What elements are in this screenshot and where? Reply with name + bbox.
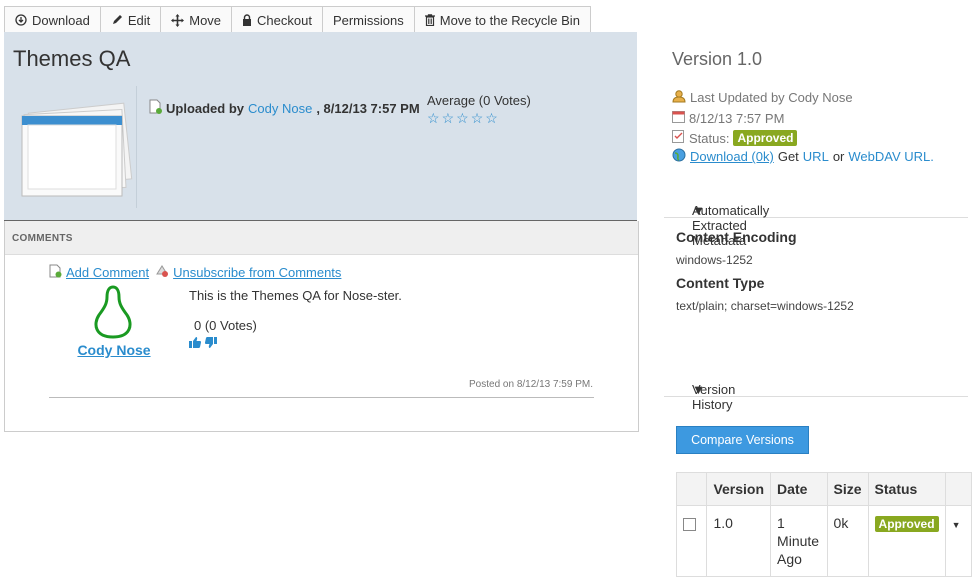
status-badge: Approved — [874, 516, 939, 532]
page-title: Themes QA — [13, 46, 131, 71]
star-icon[interactable]: ☆ — [427, 110, 440, 127]
webdav-link-period: . — [930, 149, 934, 164]
move-icon — [171, 13, 185, 27]
webdav-link[interactable]: WebDAV URL. — [848, 149, 934, 164]
date-cell: 1 Minute Ago — [770, 505, 828, 577]
webdav-link-label: WebDAV URL — [848, 149, 931, 164]
document-icon — [149, 99, 162, 117]
column-header[interactable]: Status — [867, 472, 946, 506]
comment-body: This is the Themes QA for Nose-ster. — [189, 288, 402, 303]
version-title: Version 1.0 — [672, 49, 763, 69]
comments-header-label: COMMENTS — [12, 233, 73, 244]
edit-button[interactable]: Edit — [101, 7, 162, 33]
lock-icon — [242, 14, 252, 26]
table-header-row: Version Date Size Status — [675, 472, 973, 506]
column-header[interactable]: Version — [706, 472, 772, 506]
table-row: 1.0 1 Minute Ago 0k Approved ▼ — [675, 505, 973, 577]
unsubscribe-label: Unsubscribe from Comments — [173, 265, 342, 280]
comments-section: COMMENTS Add Comment Unsubscribe from Co… — [4, 221, 639, 432]
size-cell: 0k — [826, 505, 869, 577]
star-icon[interactable]: ☆ — [485, 110, 498, 127]
document-toolbar: Download Edit Move Checkout Permissions … — [4, 6, 591, 33]
row-select-cell — [675, 505, 708, 577]
metadata-header[interactable]: ▼ Automatically Extracted Metadata — [664, 191, 968, 248]
comment-timestamp: Posted on 8/12/13 7:59 PM. — [469, 379, 593, 390]
recycle-bin-label: Move to the Recycle Bin — [439, 12, 580, 28]
url-link[interactable]: URL — [803, 149, 829, 164]
star-icon[interactable]: ☆ — [442, 110, 455, 127]
user-icon — [672, 89, 686, 106]
or-text: or — [832, 149, 845, 164]
actions-column-header — [944, 472, 973, 506]
permissions-label: Permissions — [332, 12, 404, 28]
uploaded-by-label: Uploaded by — [166, 100, 245, 116]
thumbs-down-icon[interactable] — [205, 336, 217, 351]
comment-actions: Add Comment Unsubscribe from Comments — [49, 264, 341, 281]
upload-info: Uploaded by Cody Nose , 8/12/13 7:57 PM — [149, 99, 420, 117]
add-comment-icon — [49, 264, 62, 281]
compare-versions-button[interactable]: Compare Versions — [676, 426, 809, 454]
edit-label: Edit — [127, 12, 151, 28]
download-row: Download (0k) Get URL or WebDAV URL. — [672, 148, 934, 165]
globe-icon — [672, 148, 686, 165]
trash-icon — [424, 14, 435, 26]
comment-vote-buttons — [189, 336, 217, 351]
comment-divider — [49, 397, 594, 398]
content-encoding-value: windows-1252 — [676, 253, 753, 267]
star-icon[interactable]: ☆ — [471, 110, 484, 127]
content-type-value: text/plain; charset=windows-1252 — [676, 299, 854, 313]
version-cell: 1.0 — [706, 505, 772, 577]
download-link[interactable]: Download (0k) — [690, 149, 774, 164]
status-badge: Approved — [733, 130, 798, 146]
checkout-button[interactable]: Checkout — [232, 7, 323, 33]
get-text: Get — [777, 149, 799, 164]
pencil-icon — [111, 14, 123, 26]
comment-votes: 0 (0 Votes) — [194, 318, 257, 333]
recycle-bin-button[interactable]: Move to the Recycle Bin — [415, 7, 590, 33]
avatar[interactable] — [91, 285, 135, 343]
permissions-button[interactable]: Permissions — [323, 7, 415, 33]
comment-author-link[interactable]: Cody Nose — [74, 342, 154, 358]
content-type-label: Content Type — [676, 275, 765, 291]
move-button[interactable]: Move — [161, 7, 233, 33]
average-votes: Average (0 Votes) — [427, 93, 531, 108]
caret-down-icon[interactable]: ▼ — [952, 520, 961, 530]
star-icon[interactable]: ☆ — [456, 110, 469, 127]
date-row: 8/12/13 7:57 PM — [672, 110, 784, 126]
status-label: Status: — [689, 130, 730, 146]
move-label: Move — [189, 12, 222, 28]
status-cell: Approved — [867, 505, 946, 577]
row-menu-cell[interactable]: ▼ — [944, 505, 973, 577]
add-comment-label: Add Comment — [66, 265, 150, 280]
column-header[interactable]: Date — [770, 472, 828, 506]
version-history-header[interactable]: ▼ Version History — [664, 370, 968, 412]
row-checkbox[interactable] — [683, 518, 696, 531]
download-label: Download — [32, 12, 90, 28]
thumbs-up-icon[interactable] — [189, 336, 201, 351]
unsubscribe-icon — [155, 264, 169, 281]
status-row: Status: Approved — [672, 130, 798, 146]
version-history-table: Version Date Size Status 1.0 1 Minute Ag… — [675, 472, 973, 577]
document-thumbnail[interactable] — [12, 86, 137, 208]
last-updated-row: Last Updated by Cody Nose — [672, 89, 853, 106]
version-date: 8/12/13 7:57 PM — [689, 110, 785, 126]
status-icon — [672, 130, 685, 146]
unsubscribe-button[interactable]: Unsubscribe from Comments — [155, 264, 341, 281]
download-button[interactable]: Download — [5, 7, 101, 33]
select-column-header — [675, 472, 708, 506]
checkout-label: Checkout — [257, 12, 312, 28]
upload-date: , 8/12/13 7:57 PM — [316, 100, 420, 116]
content-encoding-label: Content Encoding — [676, 229, 797, 245]
add-comment-button[interactable]: Add Comment — [49, 264, 149, 281]
download-icon — [15, 14, 27, 26]
document-panel: Themes QA Uploaded by Cody Nose , 8/12/13… — [4, 32, 637, 221]
calendar-icon — [672, 110, 685, 126]
last-updated-text: Last Updated by Cody Nose — [690, 90, 853, 105]
column-header[interactable]: Size — [826, 472, 869, 506]
uploader-link[interactable]: Cody Nose — [248, 101, 312, 116]
star-rating[interactable]: ☆ ☆ ☆ ☆ ☆ — [427, 110, 498, 127]
version-history-header-label: Version History — [692, 382, 736, 412]
comments-header: COMMENTS — [5, 221, 638, 255]
